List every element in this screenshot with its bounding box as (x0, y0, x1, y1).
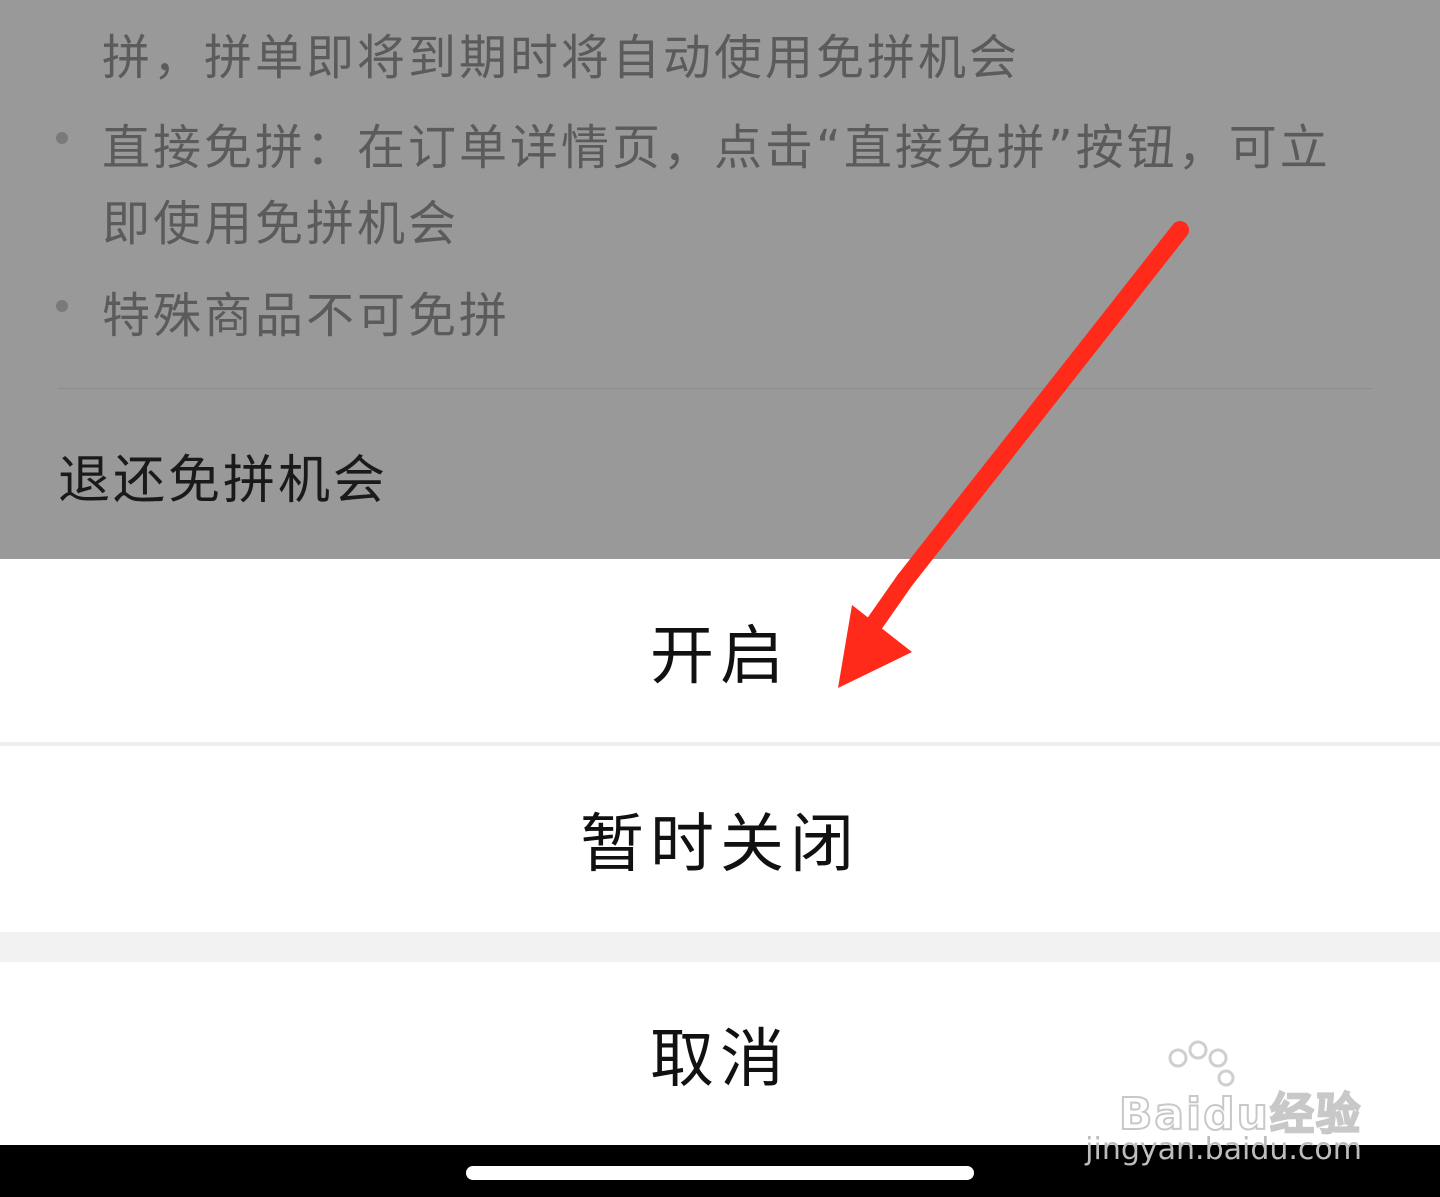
home-indicator[interactable] (466, 1166, 974, 1180)
enable-option[interactable]: 开启 (0, 559, 1440, 742)
dimmed-page-background: 拼，拼单即将到期时将自动使用免拼机会 直接免拼：在订单详情页，点击“直接免拼”按… (0, 0, 1440, 559)
section-gap (0, 932, 1440, 962)
pause-option[interactable]: 暂时关闭 (0, 746, 1440, 932)
watermark-url: jingyan.baidu.com (1085, 1132, 1362, 1167)
rule-text-line: 即使用免拼机会 (102, 196, 460, 252)
section-title: 退还免拼机会 (58, 451, 389, 511)
divider (58, 388, 1372, 389)
rule-text-line: 直接免拼：在订单详情页，点击“直接免拼”按钮，可立 (102, 120, 1331, 176)
rule-text-line: 拼，拼单即将到期时将自动使用免拼机会 (102, 30, 1021, 86)
bullet-icon (56, 300, 68, 312)
rule-text-line: 特殊商品不可免拼 (102, 288, 511, 344)
baidu-watermark: Baidu经验 jingyan.baidu.com (1072, 1040, 1362, 1170)
bullet-icon (56, 132, 68, 144)
